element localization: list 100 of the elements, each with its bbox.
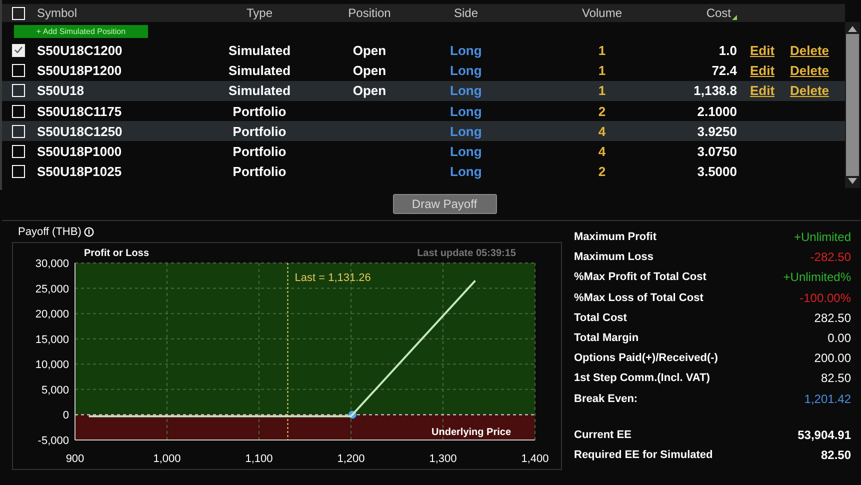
last-price-label: Last = 1,131.26 — [294, 272, 371, 284]
stat-value: +Unlimited% — [783, 270, 851, 284]
type-cell-text: Portfolio — [232, 104, 288, 119]
stat-label: Total Cost — [574, 312, 627, 324]
column-header[interactable]: Side — [417, 6, 542, 20]
table-row[interactable]: S50U18 Simulated Open Long 1 1,138.8 Edit Delete — [2, 80, 845, 101]
side-cell: Long — [450, 104, 482, 119]
x-tick-label: 900 — [66, 453, 84, 465]
y-tick-label: 20,000 — [35, 308, 69, 321]
stat-value: 282.50 — [814, 310, 851, 325]
y-tick-label: 30,000 — [35, 258, 69, 270]
symbol-cell-text: S50U18P1200 — [37, 62, 123, 78]
break-even-point — [348, 410, 356, 419]
stat-label: Maximum Loss — [574, 251, 654, 264]
scroll-up-icon[interactable] — [848, 26, 857, 32]
symbol-cell-text: S50U18P1000 — [37, 144, 123, 160]
position-cell: Open — [352, 62, 386, 78]
y-axis-title: Profit or Loss — [84, 248, 150, 259]
stat-value: -282.50 — [810, 250, 851, 264]
x-tick-label: 1,300 — [429, 453, 457, 465]
stat-value: 53,904.91 — [798, 428, 851, 442]
y-tick-label: 10,000 — [35, 359, 69, 372]
add-simulated-position-button[interactable]: + Add Simulated Position — [14, 24, 148, 38]
x-tick-label: 1,000 — [153, 453, 181, 465]
scrollbar[interactable] — [845, 22, 860, 188]
y-tick-label: -5,000 — [38, 435, 69, 447]
column-header[interactable]: Type — [197, 6, 322, 20]
select-all-checkbox[interactable] — [12, 6, 25, 20]
cost-cell: 3.9250 — [697, 124, 737, 139]
side-cell: Long — [450, 144, 482, 160]
volume-cell: 2 — [598, 164, 606, 180]
volume-cell: 4 — [598, 124, 606, 139]
stat-value: -100.00% — [800, 290, 851, 305]
stat-label: Break Even: — [574, 392, 638, 405]
stat-label: Current EE — [574, 428, 632, 441]
side-cell: Long — [450, 164, 482, 180]
edit-link[interactable]: Edit — [750, 83, 775, 98]
position-cell: Open — [352, 42, 386, 58]
cost-cell: 1.0 — [718, 42, 737, 58]
stat-label: Total Margin — [574, 332, 639, 344]
row-checkbox[interactable] — [12, 44, 25, 57]
table-row[interactable]: S50U18C1175 Portfolio Long 2 2.1000 — [2, 100, 845, 122]
table-row[interactable]: S50U18C1250 Portfolio Long 4 3.9250 — [2, 121, 845, 142]
column-header[interactable]: Cost — [706, 6, 731, 20]
position-cell: Open — [352, 83, 386, 98]
side-cell: Long — [450, 83, 482, 98]
type-cell-text: Portfolio — [232, 124, 288, 139]
symbol-cell-text: S50U18C1175 — [37, 104, 123, 119]
stat-label: %Max Loss of Total Cost — [574, 292, 704, 304]
x-axis-title: Underlying Price — [432, 427, 511, 438]
table-row[interactable]: S50U18P1025 Portfolio Long 2 3.5000 — [2, 162, 845, 182]
y-tick-label: 15,000 — [35, 334, 69, 346]
x-tick-label: 1,100 — [245, 453, 273, 465]
column-header[interactable]: Volume — [542, 6, 662, 20]
scroll-down-icon[interactable] — [848, 178, 857, 184]
stat-label: 1st Step Comm.(Incl. VAT) — [574, 372, 710, 384]
type-cell-text: Simulated — [227, 83, 292, 98]
info-icon[interactable] — [84, 227, 94, 237]
delete-link[interactable]: Delete — [790, 62, 830, 78]
stat-label: Options Paid(+)/Received(-) — [574, 352, 718, 364]
column-header[interactable]: Symbol — [37, 6, 197, 20]
volume-cell: 1 — [598, 62, 606, 78]
type-cell-text: Simulated — [227, 42, 292, 58]
type-cell-text: Simulated — [227, 62, 292, 78]
stat-value: 200.00 — [814, 351, 851, 366]
x-tick-label: 1,400 — [521, 453, 549, 465]
delete-link[interactable]: Delete — [790, 42, 830, 58]
edit-link[interactable]: Edit — [750, 42, 775, 58]
stat-value: 82.50 — [820, 448, 851, 462]
last-update-text: Last update 05:39:15 — [417, 248, 516, 259]
volume-cell: 1 — [598, 42, 606, 58]
type-cell-text: Portfolio — [232, 144, 288, 160]
delete-link[interactable]: Delete — [790, 83, 830, 98]
cost-cell: 1,138.8 — [694, 83, 737, 98]
volume-cell: 2 — [598, 104, 606, 119]
stat-label: Required EE for Simulated — [574, 448, 713, 461]
table-row[interactable]: S50U18C1200 Simulated Open Long 1 1.0 Edit Delete — [2, 40, 845, 60]
cost-cell: 2.1000 — [697, 104, 737, 119]
edit-link[interactable]: Edit — [750, 62, 775, 78]
sort-icon — [732, 15, 737, 20]
payoff-title: Payoff (THB) — [18, 226, 82, 238]
side-cell: Long — [450, 62, 482, 78]
volume-cell: 1 — [598, 83, 606, 98]
volume-cell: 4 — [598, 144, 606, 160]
column-header[interactable]: Position — [322, 6, 417, 20]
cost-cell: 3.0750 — [697, 144, 737, 160]
check-icon — [14, 46, 23, 54]
table-row[interactable]: S50U18P1200 Simulated Open Long 1 72.4 Edit Delete — [2, 60, 845, 81]
stat-value: +Unlimited — [794, 230, 851, 244]
side-cell: Long — [450, 42, 482, 58]
y-tick-label: 0 — [62, 410, 69, 422]
table-row[interactable]: S50U18P1000 Portfolio Long 4 3.0750 — [2, 141, 845, 162]
stat-label: Maximum Profit — [574, 231, 657, 244]
stat-value: 82.50 — [820, 371, 851, 386]
x-tick-label: 1,200 — [337, 453, 365, 465]
type-cell-text: Portfolio — [232, 164, 288, 180]
symbol-cell-text: S50U18 — [37, 83, 85, 98]
side-cell: Long — [450, 124, 482, 139]
stat-value: 0.00 — [828, 331, 851, 346]
stat-label: %Max Profit of Total Cost — [574, 271, 706, 284]
